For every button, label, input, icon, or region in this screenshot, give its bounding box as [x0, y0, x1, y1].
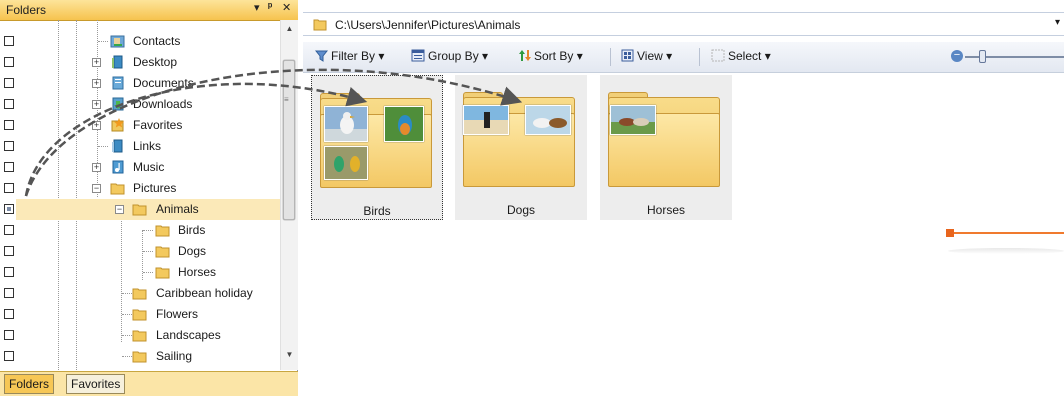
drag-arrows: [24, 68, 523, 197]
drag-arrow-birds: [24, 82, 368, 197]
drag-arrow-dogs: [24, 68, 523, 197]
